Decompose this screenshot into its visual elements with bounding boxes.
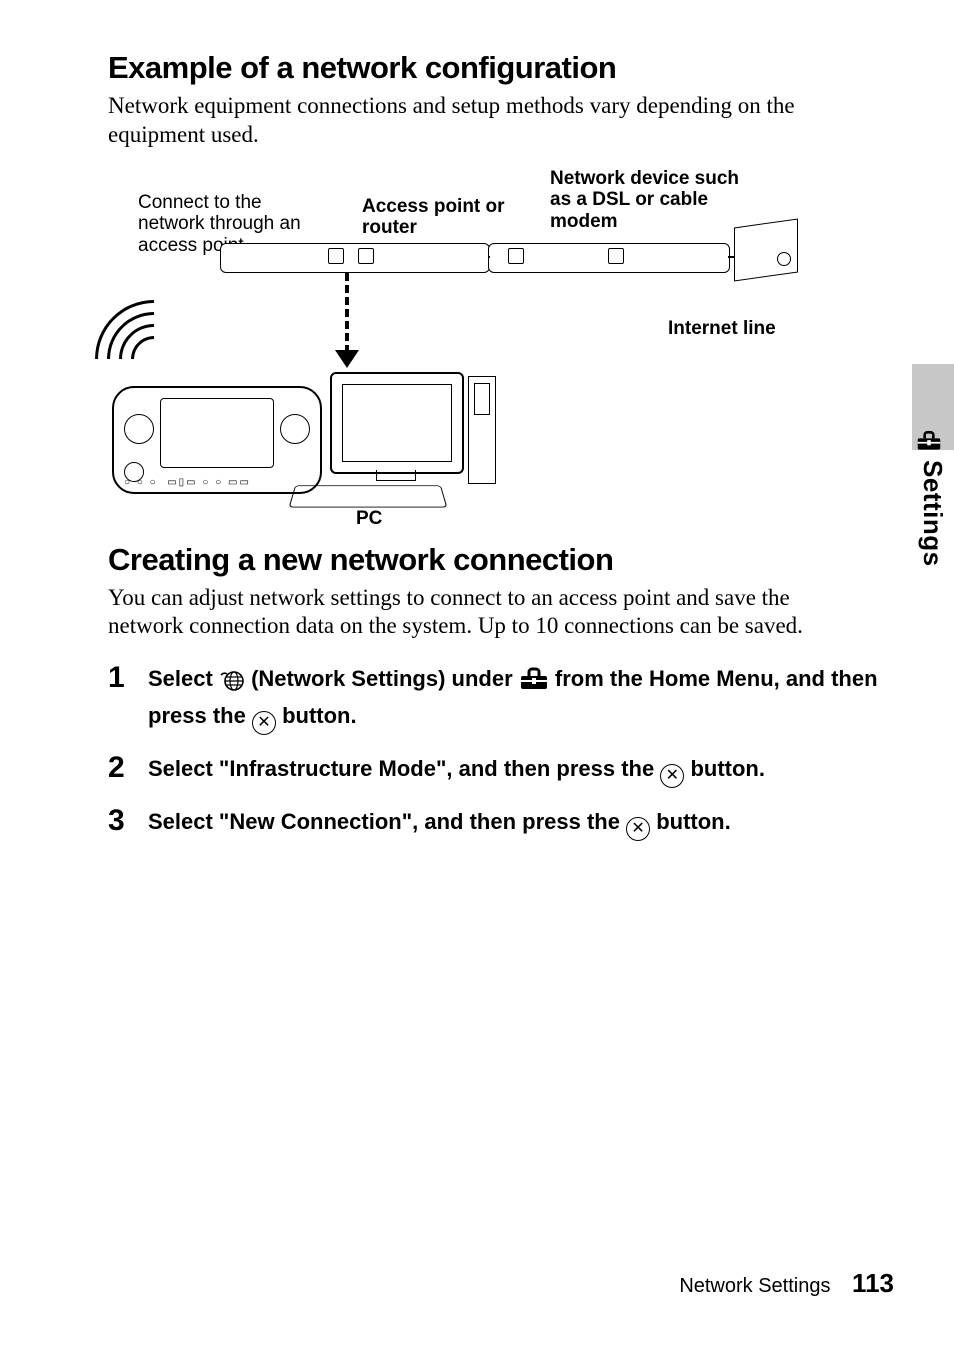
step-text: Select (Network Settings) under <box>148 663 878 735</box>
section1-heading: Example of a network configuration <box>108 50 894 86</box>
step2-tail: button. <box>690 756 765 781</box>
arrow-down-icon <box>335 350 359 368</box>
x-button-icon: ✕ <box>626 817 650 841</box>
step-1: 1 Select (Network Settings) under <box>108 663 878 735</box>
step1-tail: button. <box>282 703 357 728</box>
diagram-modem-label: Network device such as a DSL or cable mo… <box>550 168 750 234</box>
router-port-icon <box>358 248 374 264</box>
page-footer: Network Settings 113 <box>679 1268 894 1299</box>
step-text: Select "New Connection", and then press … <box>148 806 731 841</box>
step3-pre: Select "New Connection", and then press … <box>148 809 626 834</box>
step-number: 2 <box>108 753 130 783</box>
step-text: Select "Infrastructure Mode", and then p… <box>148 753 765 788</box>
section2-heading: Creating a new network connection <box>108 542 894 578</box>
section2-body: You can adjust network settings to conne… <box>108 584 848 642</box>
wall-jack-icon <box>734 218 798 281</box>
section1-body: Network equipment connections and setup … <box>108 92 848 150</box>
toolbox-icon <box>519 667 549 700</box>
diagram-pc-label: PC <box>356 508 382 530</box>
manual-page: Example of a network configuration Netwo… <box>0 0 954 1345</box>
globe-icon <box>219 668 245 700</box>
pc-tower-icon <box>468 376 496 484</box>
footer-title: Network Settings <box>679 1275 830 1297</box>
modem-port-icon <box>508 248 524 264</box>
step-number: 1 <box>108 663 130 693</box>
psp-device-icon: ○ ○ ○ ▭▯▭ ○ ○ ▭▭ <box>112 386 322 494</box>
side-section-label: Settings <box>917 460 948 567</box>
monitor-icon <box>330 372 464 474</box>
toolbox-icon <box>916 430 942 457</box>
x-button-icon: ✕ <box>252 711 276 735</box>
router-port-icon <box>328 248 344 264</box>
step1-mid: (Network Settings) under <box>251 666 519 691</box>
network-diagram: Connect to the network through an access… <box>118 168 858 528</box>
step-3: 3 Select "New Connection", and then pres… <box>108 806 878 841</box>
steps-list: 1 Select (Network Settings) under <box>108 663 878 841</box>
diagram-accesspoint-label: Access point or router <box>362 196 512 240</box>
page-number: 113 <box>852 1268 894 1298</box>
step1-pre: Select <box>148 666 219 691</box>
step-2: 2 Select "Infrastructure Mode", and then… <box>108 753 878 788</box>
diagram-internet-label: Internet line <box>668 318 776 340</box>
step-number: 3 <box>108 806 130 836</box>
step2-pre: Select "Infrastructure Mode", and then p… <box>148 756 660 781</box>
x-button-icon: ✕ <box>660 764 684 788</box>
keyboard-icon <box>289 485 448 507</box>
step3-tail: button. <box>656 809 731 834</box>
monitor-stand-icon <box>376 470 416 481</box>
router-icon <box>220 243 490 273</box>
dashed-connection-icon <box>345 273 349 353</box>
modem-port-icon <box>608 248 624 264</box>
